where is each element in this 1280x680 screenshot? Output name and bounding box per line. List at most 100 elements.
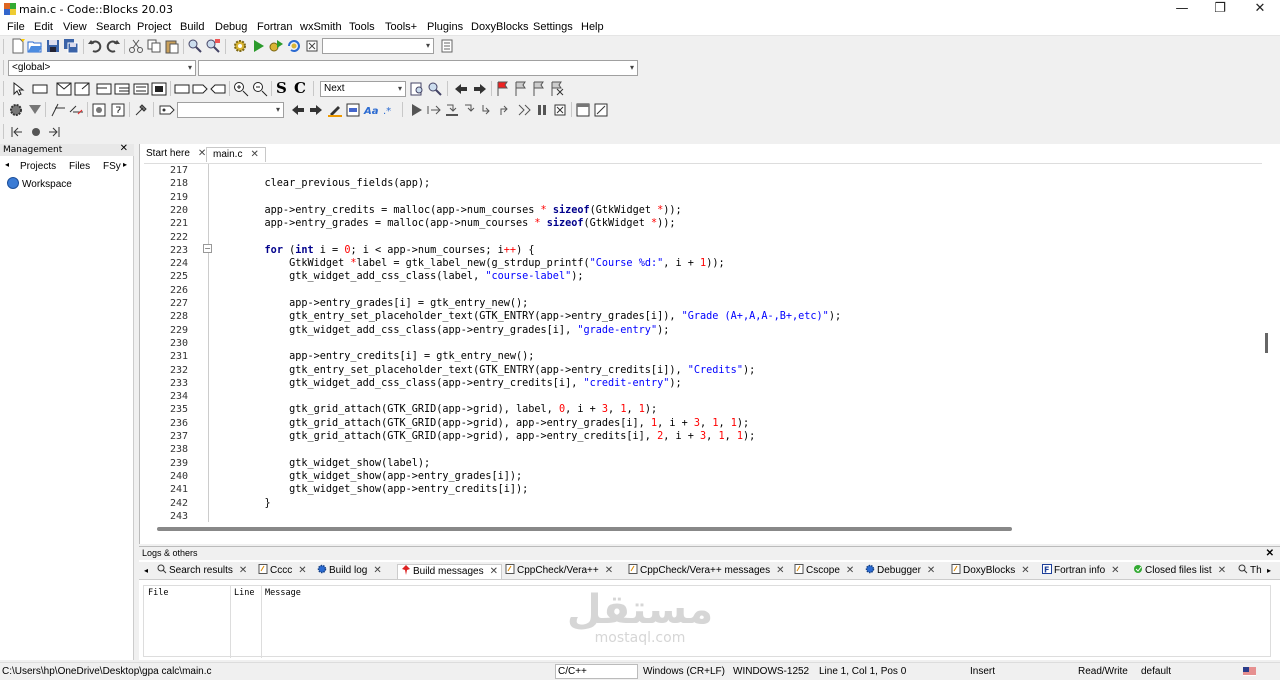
close-button[interactable]: ✕ (1240, 0, 1280, 20)
do-block-icon[interactable] (133, 81, 149, 97)
code-editor[interactable]: 217 218 219 220 221 222 223 224 225 226 227 228 229 2… (144, 163, 1262, 522)
doxy-prefs-icon[interactable] (133, 102, 149, 118)
block-icon[interactable] (32, 81, 48, 97)
zoom-in-icon[interactable] (233, 81, 249, 97)
debug-start-icon[interactable] (408, 102, 424, 118)
paste-icon[interactable] (164, 38, 180, 54)
scope-select[interactable]: <global> ▾ (8, 60, 196, 76)
tab-main-c-close-icon[interactable]: ✕ (250, 149, 258, 160)
fold-toggle-icon[interactable]: − (203, 244, 212, 253)
select-arrow-icon[interactable] (10, 81, 26, 97)
debug-windows-icon[interactable] (575, 102, 591, 118)
jump-forward-icon[interactable] (472, 81, 488, 97)
tab-build-messages[interactable]: Build messages ✕ (397, 564, 502, 579)
menu-plugins[interactable]: Plugins (427, 21, 463, 33)
bookmark-next-icon[interactable] (531, 81, 547, 97)
bookmark-prev-icon[interactable] (513, 81, 529, 97)
copy-icon[interactable] (146, 38, 162, 54)
run-icon[interactable] (250, 38, 266, 54)
run-to-cursor-icon[interactable] (426, 102, 442, 118)
menu-search[interactable]: Search (96, 21, 131, 33)
bookmark-toggle-icon[interactable] (495, 81, 511, 97)
block-comment-icon[interactable] (50, 102, 66, 118)
label-tag-icon[interactable] (159, 102, 175, 118)
debug-info-icon[interactable] (593, 102, 609, 118)
continue-icon[interactable] (210, 81, 226, 97)
column-message[interactable]: Message (265, 588, 301, 598)
break-icon[interactable] (192, 81, 208, 97)
column-line[interactable]: Line (234, 588, 254, 598)
menu-build[interactable]: Build (180, 21, 204, 33)
selected-text-icon[interactable] (345, 102, 361, 118)
tab-debugger[interactable]: Debugger ✕ (865, 564, 935, 579)
step-out-icon[interactable] (498, 102, 514, 118)
minimize-button[interactable]: — (1162, 0, 1202, 20)
tab-thread-search[interactable]: Th (1238, 564, 1262, 579)
tab-fortran-info[interactable]: F Fortran info ✕ (1042, 564, 1120, 579)
menu-file[interactable]: File (7, 21, 25, 33)
horizontal-scrollbar[interactable] (157, 527, 1012, 531)
menu-help[interactable]: Help (581, 21, 604, 33)
tab-cppcheck[interactable]: CppCheck/Vera++ ✕ (505, 564, 613, 579)
new-file-icon[interactable] (10, 38, 26, 54)
menu-project[interactable]: Project (137, 21, 171, 33)
line-comment-icon[interactable] (68, 102, 84, 118)
record-icon[interactable] (28, 124, 44, 140)
nav-back-icon[interactable] (290, 102, 306, 118)
search-direction-select[interactable]: Next ▾ (320, 81, 406, 97)
tab-files[interactable]: Files (69, 161, 90, 172)
column-file[interactable]: File (148, 588, 168, 598)
management-close-button[interactable]: ✕ (120, 143, 128, 155)
doxy-wizard-icon[interactable] (8, 102, 24, 118)
tab-build-log[interactable]: Build log ✕ (317, 564, 382, 579)
for-block-icon[interactable] (114, 81, 130, 97)
step-into-icon[interactable] (480, 102, 496, 118)
tab-closed-files[interactable]: Closed files list ✕ (1133, 564, 1226, 579)
abort-icon[interactable] (304, 38, 320, 54)
bookmark-clear-icon[interactable] (549, 81, 565, 97)
cut-icon[interactable] (128, 38, 144, 54)
else-block-icon[interactable] (74, 81, 90, 97)
save-icon[interactable] (45, 38, 61, 54)
symbol-s-button[interactable]: S (276, 79, 292, 97)
find-in-files-icon[interactable] (427, 81, 443, 97)
instruction-icon[interactable] (174, 81, 190, 97)
menu-tools-plus[interactable]: Tools+ (385, 21, 417, 33)
menu-debug[interactable]: Debug (215, 21, 247, 33)
doxy-extract-icon[interactable] (27, 102, 43, 118)
menu-wxsmith[interactable]: wxSmith (300, 21, 342, 33)
jump-start-icon[interactable] (9, 124, 25, 140)
doxy-html-icon[interactable] (91, 102, 107, 118)
management-scroll-left[interactable]: ◂ (5, 160, 9, 169)
debug-target-select[interactable]: ▾ (177, 102, 284, 118)
redo-icon[interactable] (105, 38, 121, 54)
switch-block-icon[interactable] (151, 81, 167, 97)
vertical-scrollbar[interactable] (1265, 333, 1268, 353)
menu-doxyblocks[interactable]: DoxyBlocks (471, 21, 528, 33)
tab-doxyblocks[interactable]: DoxyBlocks ✕ (951, 564, 1030, 579)
build-run-icon[interactable] (268, 38, 284, 54)
jump-back-icon[interactable] (453, 81, 469, 97)
menu-view[interactable]: View (63, 21, 87, 33)
function-select[interactable]: ▾ (198, 60, 638, 76)
tab-fsymbols[interactable]: FSy (103, 161, 121, 172)
target-options-icon[interactable] (439, 38, 455, 54)
workspace-item[interactable]: Workspace (7, 177, 72, 190)
rebuild-icon[interactable] (286, 38, 302, 54)
build-gear-icon[interactable] (232, 38, 248, 54)
find-icon[interactable] (187, 38, 203, 54)
step-instruction-icon[interactable] (516, 102, 532, 118)
match-case-icon[interactable]: Aa (363, 102, 379, 118)
while-block-icon[interactable] (96, 81, 112, 97)
logs-scroll-right[interactable]: ▸ (1267, 564, 1271, 579)
restore-button[interactable]: ❐ (1200, 0, 1240, 20)
stop-debug-icon[interactable] (552, 102, 568, 118)
zoom-out-icon[interactable] (252, 81, 268, 97)
tab-projects[interactable]: Projects (20, 161, 56, 172)
save-all-icon[interactable] (63, 38, 79, 54)
tab-search-results[interactable]: Search results ✕ (157, 564, 247, 579)
next-instruction-icon[interactable] (462, 102, 478, 118)
next-line-icon[interactable] (444, 102, 460, 118)
nav-forward-icon[interactable] (308, 102, 324, 118)
pause-icon[interactable] (534, 102, 550, 118)
